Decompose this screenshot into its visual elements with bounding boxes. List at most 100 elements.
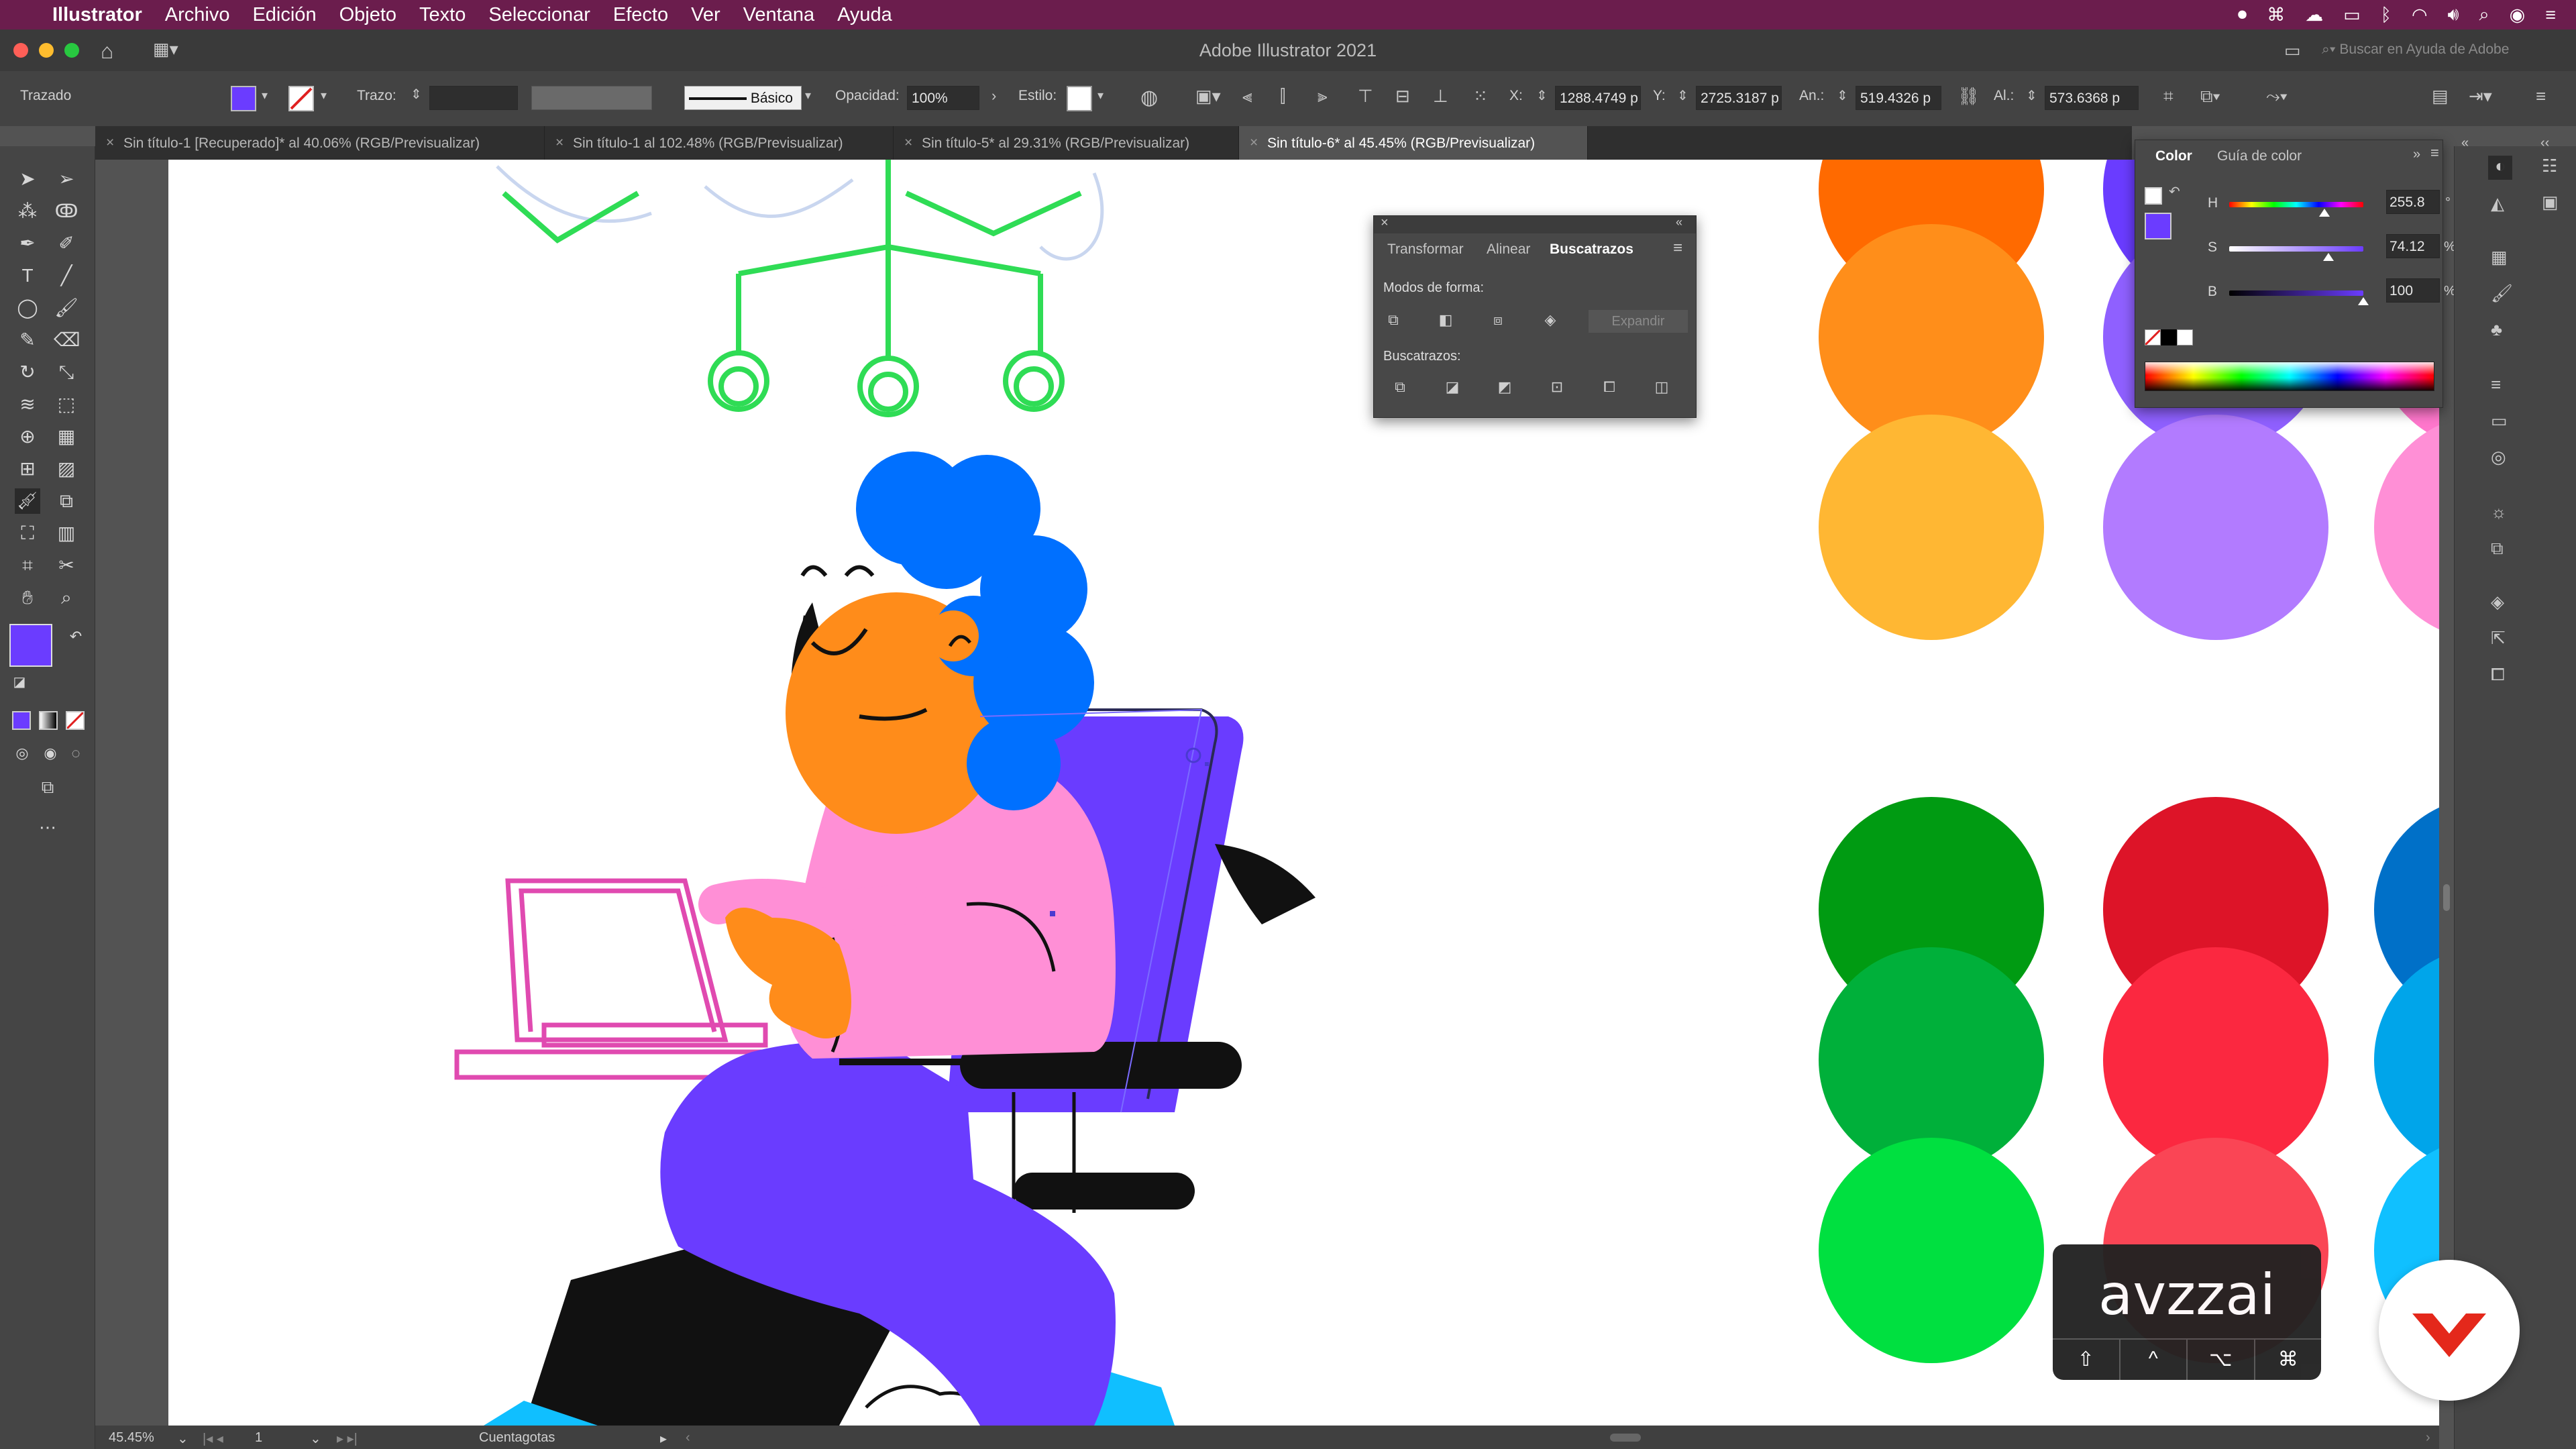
minus-front-icon[interactable]: ◧: [1436, 310, 1456, 330]
stroke-weight-stepper-icon[interactable]: ⇕: [411, 86, 422, 103]
column-graph-tool-icon[interactable]: ▥: [54, 521, 79, 546]
scale-tool-icon[interactable]: ⤡: [54, 360, 79, 385]
none-color-swatch[interactable]: [2144, 329, 2161, 346]
transform-icon[interactable]: ⌗: [2163, 86, 2174, 107]
panel-menu-icon[interactable]: ≡: [2430, 144, 2439, 162]
align-vcenter-icon[interactable]: ⊟: [1395, 86, 1410, 107]
shaper-tool-icon[interactable]: ✎: [15, 327, 40, 353]
properties-icon[interactable]: ☷: [2542, 156, 2557, 176]
expand-button[interactable]: Expandir: [1589, 310, 1688, 333]
height-input[interactable]: 573.6368 p: [2045, 86, 2139, 110]
tab-color-guide[interactable]: Guía de color: [2217, 148, 2302, 164]
hand-tool-icon[interactable]: ✋︎: [15, 585, 40, 610]
close-tab-icon[interactable]: ×: [1250, 135, 1258, 151]
tab-transformar[interactable]: Transformar: [1387, 241, 1464, 258]
edit-toolbar-icon[interactable]: ⋯: [35, 814, 60, 840]
brush-dropdown-icon[interactable]: ▾: [805, 89, 811, 103]
scroll-right-icon[interactable]: ›: [2426, 1430, 2430, 1446]
artboard-canvas[interactable]: [168, 160, 2448, 1426]
line-tool-icon[interactable]: ╱: [54, 263, 79, 288]
none-mode-icon[interactable]: [66, 711, 85, 730]
eraser-tool-icon[interactable]: ⌫: [54, 327, 80, 353]
saturation-slider-thumb[interactable]: [2323, 253, 2334, 261]
align-bottom-icon[interactable]: ⊥: [1433, 86, 1448, 107]
style-dropdown-icon[interactable]: ▾: [1097, 89, 1104, 103]
collapse-panel-icon[interactable]: »: [2413, 147, 2420, 162]
fill-dropdown-icon[interactable]: ▾: [262, 89, 268, 103]
gpu-icon[interactable]: ⇥▾: [2469, 86, 2492, 107]
hue-value-input[interactable]: 255.8: [2386, 190, 2440, 214]
align-hcenter-icon[interactable]: ⫿: [1280, 86, 1285, 107]
brightness-value-input[interactable]: 100: [2386, 278, 2440, 303]
tab-buscatrazos[interactable]: Buscatrazos: [1550, 241, 1633, 258]
brightness-slider[interactable]: [2229, 290, 2363, 296]
stroke-panel-icon[interactable]: ≡: [2491, 374, 2501, 395]
close-tab-icon[interactable]: ×: [904, 135, 912, 151]
panel-fill-box[interactable]: [2145, 213, 2171, 239]
align-to-icon[interactable]: ▣▾: [1195, 86, 1221, 107]
arrange-documents-icon[interactable]: ▭: [2284, 40, 2301, 61]
free-transform-tool-icon[interactable]: ⬚: [54, 392, 79, 417]
menu-ayuda[interactable]: Ayuda: [837, 4, 892, 26]
volume-icon[interactable]: 🔊︎: [2448, 4, 2459, 25]
command-icon[interactable]: ⌘: [2267, 5, 2285, 25]
tab-color[interactable]: Color: [2155, 148, 2192, 164]
type-tool-icon[interactable]: T: [15, 263, 40, 288]
reference-point-icon[interactable]: ⁙: [1473, 86, 1488, 107]
menu-archivo[interactable]: Archivo: [165, 4, 230, 26]
align-right-icon[interactable]: ⫸: [1318, 86, 1328, 107]
lasso-tool-icon[interactable]: ↂ: [54, 199, 79, 224]
bluetooth-icon[interactable]: ᛒ: [2381, 5, 2392, 25]
white-color-swatch[interactable]: [2177, 329, 2193, 345]
fill-swatch[interactable]: [231, 86, 256, 111]
x-stepper-icon[interactable]: ⇕: [1536, 87, 1548, 104]
rotate-tool-icon[interactable]: ↻: [15, 360, 40, 385]
menu-efecto[interactable]: Efecto: [613, 4, 668, 26]
minus-back-icon[interactable]: ◫: [1652, 377, 1672, 397]
vertical-scrollbar-thumb[interactable]: [2443, 884, 2450, 911]
brightness-slider-thumb[interactable]: [2358, 297, 2369, 305]
color-mode-icon[interactable]: [12, 711, 31, 730]
graphic-styles-icon[interactable]: ⧉: [2491, 538, 2504, 559]
y-input[interactable]: 2725.3187 p: [1696, 86, 1782, 110]
intersect-icon[interactable]: ⧈: [1488, 310, 1508, 330]
tab-alinear[interactable]: Alinear: [1487, 241, 1530, 258]
curvature-tool-icon[interactable]: ✐: [54, 231, 79, 256]
help-search-input[interactable]: ⌕▾ Buscar en Ayuda de Adobe: [2318, 38, 2549, 63]
panel-header[interactable]: × «: [1374, 215, 1696, 233]
expand-dock-icon[interactable]: ‹‹: [2540, 136, 2549, 151]
selection-tool-icon[interactable]: ➤: [15, 166, 40, 192]
status-menu-arrow-icon[interactable]: ▸: [660, 1430, 667, 1447]
scroll-left-icon[interactable]: ‹: [686, 1430, 690, 1446]
tab-document-2[interactable]: × Sin título-1 al 102.48% (RGB/Previsuali…: [545, 126, 894, 160]
zoom-tool-icon[interactable]: ⌕: [54, 585, 79, 610]
symbol-sprayer-tool-icon[interactable]: ⛶: [15, 521, 40, 546]
y-stepper-icon[interactable]: ⇕: [1677, 87, 1688, 104]
wifi-icon[interactable]: ◠: [2412, 5, 2428, 25]
merge-icon[interactable]: ◩: [1495, 377, 1515, 397]
swap-fill-stroke-icon[interactable]: ↶: [63, 624, 89, 649]
palette-top-circle-0-2[interactable]: [1819, 415, 2044, 640]
airplay-icon[interactable]: ▭: [2343, 5, 2361, 25]
stroke-weight-input[interactable]: [429, 86, 518, 110]
color-spectrum-bar[interactable]: [2145, 362, 2434, 391]
shape-builder-tool-icon[interactable]: ⊕: [15, 424, 40, 449]
height-stepper-icon[interactable]: ⇕: [2026, 87, 2037, 104]
collapse-panel-icon[interactable]: «: [1676, 215, 1682, 229]
last-artboard-icon[interactable]: ▸ ▸|: [337, 1430, 358, 1447]
opacity-arrow-icon[interactable]: ›: [991, 87, 996, 105]
record-icon[interactable]: ⏺: [2238, 4, 2247, 25]
zoom-dropdown-icon[interactable]: ⌄: [177, 1430, 189, 1447]
direct-selection-tool-icon[interactable]: ➢: [54, 166, 79, 192]
libraries-icon[interactable]: ▣: [2542, 192, 2559, 213]
ellipse-tool-icon[interactable]: ◯: [15, 295, 40, 321]
perspective-grid-tool-icon[interactable]: ▦: [54, 424, 79, 449]
close-panel-icon[interactable]: ×: [1381, 215, 1389, 231]
eyedropper-tool-icon[interactable]: 💉︎: [15, 488, 40, 514]
hue-slider[interactable]: [2229, 202, 2363, 207]
divide-icon[interactable]: ⧉: [1390, 377, 1410, 397]
artboard-number[interactable]: 1: [255, 1430, 262, 1446]
artboards-icon[interactable]: ⧠: [2491, 664, 2505, 686]
width-input[interactable]: 519.4326 p: [1856, 86, 1941, 110]
constrain-proportions-icon[interactable]: ⛓: [1957, 86, 1980, 107]
